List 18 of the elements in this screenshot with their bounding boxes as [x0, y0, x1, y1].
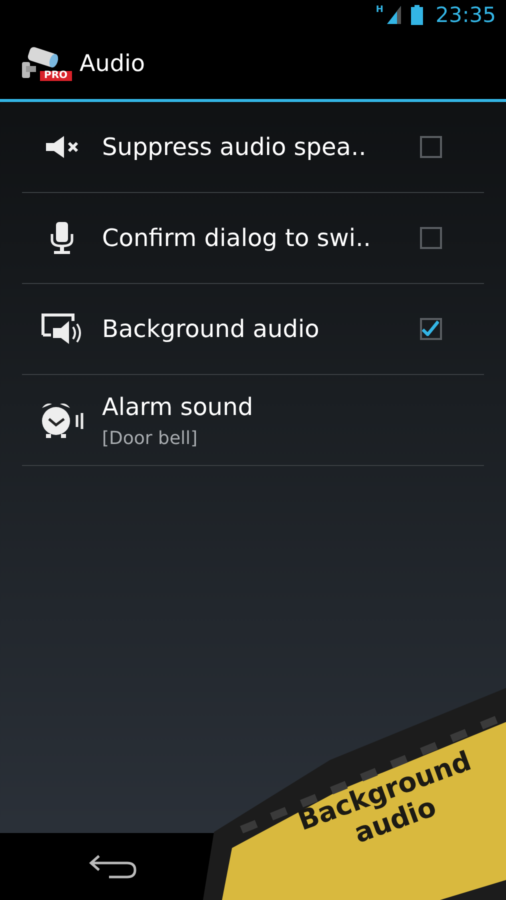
- pro-badge: PRO: [40, 70, 72, 80]
- setting-title[interactable]: Suppress audio spea..: [102, 129, 366, 165]
- microphone-icon: [50, 222, 74, 254]
- clock-time: 23:35: [435, 4, 496, 26]
- screen-title: Audio: [80, 50, 145, 80]
- checkbox[interactable]: [420, 136, 442, 158]
- back-icon[interactable]: [89, 854, 137, 880]
- setting-summary: [Door bell]: [102, 426, 199, 450]
- checkbox[interactable]: [420, 318, 442, 340]
- screen-speaker-icon: [40, 313, 84, 345]
- network-type-label: H: [376, 6, 384, 15]
- battery-icon: [411, 5, 424, 25]
- checkbox[interactable]: [420, 227, 442, 249]
- setting-title[interactable]: Alarm sound: [102, 388, 254, 424]
- checkmark-icon: [422, 320, 439, 336]
- setting-title[interactable]: Background audio: [102, 311, 320, 347]
- setting-title[interactable]: Confirm dialog to swi..: [102, 220, 371, 256]
- signal-icon: [387, 6, 402, 24]
